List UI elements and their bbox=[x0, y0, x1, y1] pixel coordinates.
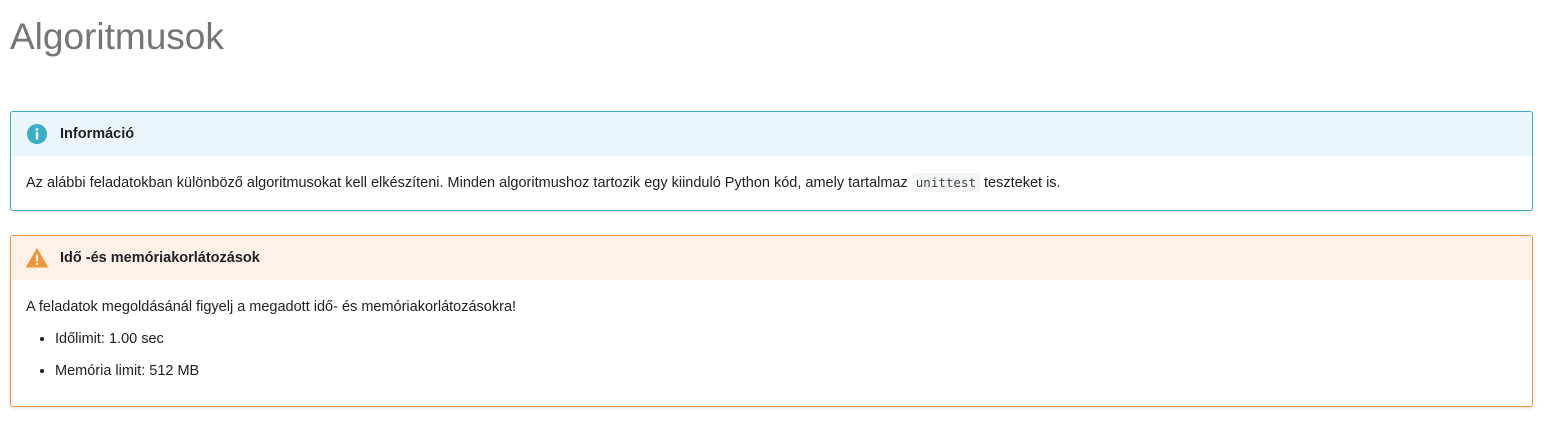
info-admonition-title: Információ bbox=[60, 126, 135, 142]
info-text-part-1: Az alábbi feladatokban különböző algorit… bbox=[26, 175, 912, 191]
warning-icon bbox=[26, 247, 48, 269]
warning-admonition-text: A feladatok megoldásánál figyelj a megad… bbox=[26, 299, 517, 315]
info-icon bbox=[26, 123, 48, 145]
warning-admonition-header: Idő -és memóriakorlátozások bbox=[11, 236, 1532, 280]
warning-admonition-title: Idő -és memóriakorlátozások bbox=[60, 250, 260, 266]
warning-admonition-body: A feladatok megoldásánál figyelj a megad… bbox=[11, 297, 1532, 381]
info-admonition: Információ Az alábbi feladatokban különb… bbox=[10, 111, 1533, 211]
limits-list: Időlimit: 1.00 sec Memória limit: 512 MB bbox=[26, 329, 1517, 381]
warning-admonition: Idő -és memóriakorlátozások A feladatok … bbox=[10, 235, 1533, 407]
list-item-memory-limit: Memória limit: 512 MB bbox=[55, 361, 1517, 381]
list-item-time-limit: Időlimit: 1.00 sec bbox=[55, 329, 1517, 349]
info-admonition-text: Az alábbi feladatokban különböző algorit… bbox=[26, 173, 1517, 193]
inline-code: unittest bbox=[911, 173, 980, 192]
info-admonition-header: Információ bbox=[11, 112, 1532, 156]
page-title: Algoritmusok bbox=[10, 16, 224, 57]
info-text-part-2: teszteket is. bbox=[980, 175, 1061, 191]
info-admonition-body: Az alábbi feladatokban különböző algorit… bbox=[11, 173, 1532, 193]
